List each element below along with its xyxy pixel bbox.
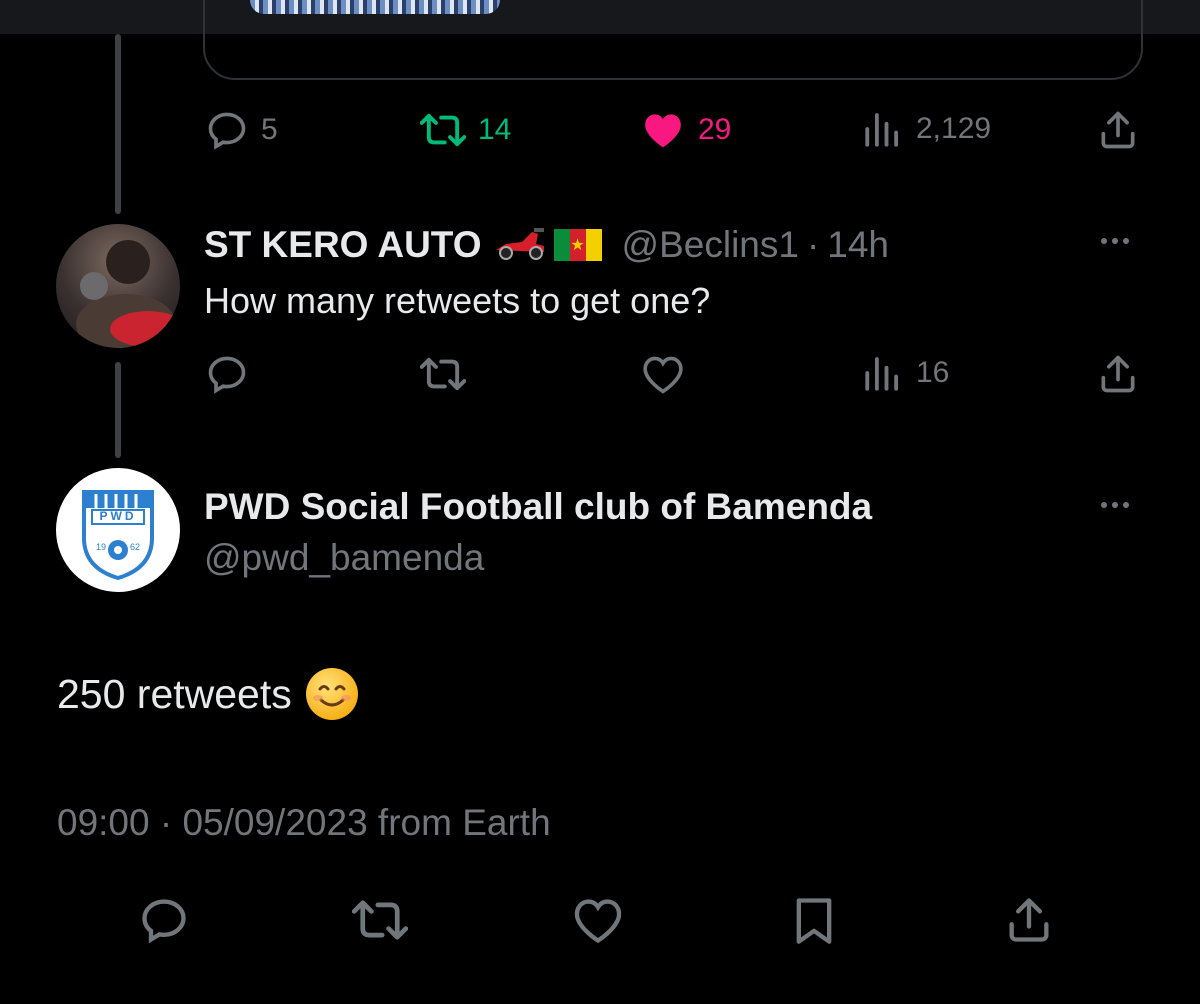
reply-views-action[interactable]: 16 (862, 352, 949, 394)
heart-filled-icon (640, 108, 686, 152)
meta-separator: · (806, 223, 820, 265)
reply-author-avatar[interactable] (56, 224, 180, 348)
quoted-media-thumbnail (250, 0, 500, 14)
bookmark-icon (788, 894, 840, 946)
reply-count: 5 (261, 113, 278, 146)
club-logo-year-right: 62 (130, 542, 141, 552)
views-icon (862, 352, 904, 394)
thread-line-middle (115, 362, 121, 458)
top-retweet-action[interactable]: 14 (420, 108, 511, 152)
reply-reply-action[interactable] (205, 352, 249, 396)
reply-author-handle[interactable]: @Beclins1 (622, 224, 799, 266)
main-author-name[interactable]: PWD Social Football club of Bamenda (204, 486, 872, 528)
top-share-action[interactable] (1096, 108, 1140, 152)
reply-time[interactable]: 14h (827, 224, 889, 266)
reply-icon (205, 108, 249, 152)
share-icon (1003, 894, 1055, 946)
club-logo-year-left: 19 (96, 542, 107, 552)
reply-icon (205, 352, 249, 396)
share-icon (1096, 352, 1140, 396)
reply-retweet-action[interactable] (420, 352, 466, 396)
main-more-icon[interactable] (1101, 502, 1129, 508)
heart-icon (570, 894, 626, 946)
club-logo-icon (82, 490, 154, 581)
reply-like-action[interactable] (640, 352, 686, 396)
main-author-avatar[interactable]: PWD 19 62 (56, 468, 180, 592)
reply-author-name[interactable]: ST KERO AUTO (204, 224, 482, 266)
reply-header: ST KERO AUTO ★ @Beclins1 · 14h (204, 222, 889, 267)
smiling-face-emoji-icon (305, 668, 358, 720)
main-author-handle[interactable]: @pwd_bamenda (204, 537, 484, 579)
club-logo-text: PWD (99, 509, 137, 523)
retweet-count: 14 (478, 113, 512, 146)
main-tweet-text: 250 retweets (57, 668, 358, 720)
thread-line-top (115, 34, 121, 214)
main-retweet-action[interactable] (352, 894, 408, 946)
main-reply-action[interactable] (138, 894, 190, 946)
retweet-icon (420, 352, 466, 396)
reply-icon (138, 894, 190, 946)
views-count: 2,129 (916, 112, 992, 145)
main-share-action[interactable] (1003, 894, 1055, 946)
main-like-action[interactable] (570, 894, 626, 946)
reply-views-count: 16 (916, 356, 950, 389)
reply-share-action[interactable] (1096, 352, 1140, 396)
top-reply-action[interactable]: 5 (205, 108, 278, 152)
main-timestamp[interactable]: 09:00 · 05/09/2023 from Earth (57, 802, 551, 844)
avatar-photo-icon (76, 240, 180, 348)
heart-icon (640, 352, 686, 396)
main-bookmark-action[interactable] (788, 894, 840, 946)
cameroon-flag-icon: ★ (553, 228, 602, 261)
top-views-action[interactable]: 2,129 (862, 108, 991, 150)
like-count: 29 (698, 113, 732, 146)
share-icon (1096, 108, 1140, 152)
reply-more-icon[interactable] (1101, 238, 1129, 244)
retweet-icon (420, 108, 466, 152)
racing-car-icon (492, 222, 548, 267)
quoted-media-card[interactable] (203, 0, 1143, 80)
views-icon (862, 108, 904, 150)
reply-text: How many retweets to get one? (204, 280, 711, 321)
top-like-action[interactable]: 29 (640, 108, 731, 152)
main-text: 250 retweets (57, 670, 292, 717)
retweet-icon (352, 894, 408, 946)
